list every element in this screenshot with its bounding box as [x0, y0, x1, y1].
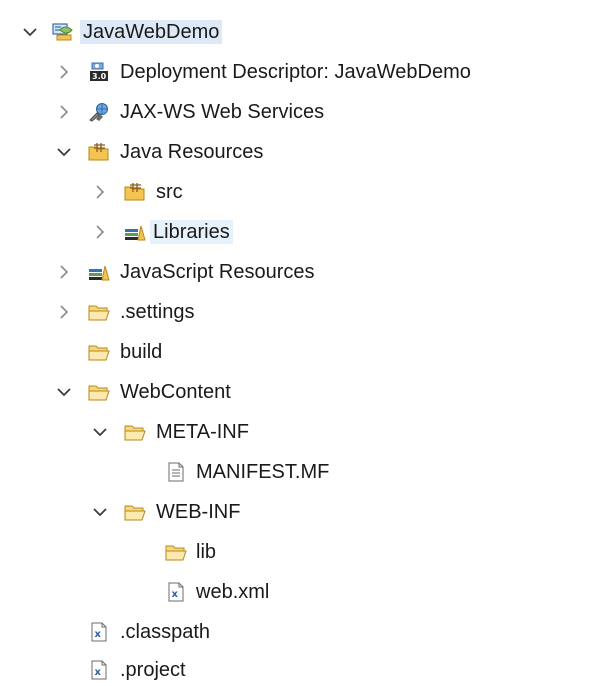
tree-item-webcontent[interactable]: WebContent — [0, 377, 290, 407]
folder-icon — [124, 502, 146, 522]
deployment-descriptor-icon: 3.0 — [88, 62, 110, 82]
folder-icon — [88, 382, 110, 402]
java-resources-icon — [88, 142, 110, 162]
tree-item-label: Deployment Descriptor: JavaWebDemo — [120, 61, 471, 83]
folder-icon — [165, 542, 187, 562]
tree-item-label: web.xml — [196, 581, 270, 603]
tree-item-label: JAX-WS Web Services — [120, 101, 325, 123]
tree-item-jax-ws-web-services[interactable]: JAX-WS Web Services — [0, 97, 400, 127]
tree-item-label: JavaScript Resources — [120, 261, 315, 283]
tree-item-label: lib — [196, 541, 217, 563]
chevron-down-icon[interactable] — [92, 424, 108, 440]
tree-item-label: MANIFEST.MF — [196, 461, 330, 483]
tree-item-build[interactable]: build — [0, 337, 200, 367]
tree-item-label: .classpath — [120, 621, 211, 643]
xml-file-icon: x — [165, 582, 187, 602]
source-folder-icon — [124, 182, 146, 202]
xml-file-icon: x — [88, 660, 110, 680]
web-services-icon — [88, 102, 110, 122]
tree-item-label: src — [156, 181, 183, 203]
libraries-icon — [124, 222, 146, 242]
chevron-down-icon[interactable] — [56, 384, 72, 400]
chevron-down-icon[interactable] — [92, 504, 108, 520]
tree-item-label: JavaWebDemo — [80, 20, 223, 44]
project-explorer: JavaWebDemo 3.0 Deployment Descriptor: J… — [0, 0, 608, 686]
chevron-right-icon[interactable] — [92, 184, 108, 200]
web-project-icon — [52, 22, 74, 42]
tree-item-label: .project — [120, 659, 186, 681]
tree-item-label: Java Resources — [120, 141, 264, 163]
tree-item-java-resources[interactable]: Java Resources — [0, 137, 330, 167]
svg-text:x: x — [95, 629, 102, 640]
chevron-down-icon[interactable] — [56, 144, 72, 160]
folder-icon — [124, 422, 146, 442]
tree-item-label: .settings — [120, 301, 195, 323]
text-file-icon — [165, 462, 187, 482]
tree-item-meta-inf[interactable]: META-INF — [0, 417, 300, 447]
tree-item-project[interactable]: x .project — [0, 655, 240, 685]
tree-item-lib[interactable]: lib — [0, 537, 250, 567]
tree-item-label: Libraries — [150, 220, 233, 244]
svg-text:3.0: 3.0 — [92, 72, 107, 81]
tree-item-javascript-resources[interactable]: JavaScript Resources — [0, 257, 390, 287]
tree-item-deployment-descriptor[interactable]: 3.0 Deployment Descriptor: JavaWebDemo — [0, 57, 590, 87]
tree-item-classpath[interactable]: x .classpath — [0, 617, 260, 647]
chevron-right-icon[interactable] — [56, 64, 72, 80]
svg-text:x: x — [95, 667, 102, 678]
tree-item-label: WebContent — [120, 381, 231, 403]
tree-item-settings[interactable]: .settings — [0, 297, 240, 327]
chevron-right-icon[interactable] — [92, 224, 108, 240]
chevron-down-icon[interactable] — [22, 24, 38, 40]
chevron-right-icon[interactable] — [56, 264, 72, 280]
tree-item-web-inf[interactable]: WEB-INF — [0, 497, 300, 527]
tree-item-manifest-mf[interactable]: MANIFEST.MF — [0, 457, 370, 487]
tree-item-src[interactable]: src — [0, 177, 220, 207]
svg-text:x: x — [172, 589, 179, 600]
tree-item-label: build — [120, 341, 163, 363]
chevron-right-icon[interactable] — [56, 304, 72, 320]
chevron-right-icon[interactable] — [56, 104, 72, 120]
folder-icon — [88, 302, 110, 322]
tree-item-libraries[interactable]: Libraries — [0, 217, 280, 247]
tree-item-javawebdemo[interactable]: JavaWebDemo — [0, 17, 290, 47]
folder-icon — [88, 342, 110, 362]
xml-file-icon: x — [88, 622, 110, 642]
tree-item-label: WEB-INF — [156, 501, 241, 523]
libraries-icon — [88, 262, 110, 282]
tree-item-label: META-INF — [156, 421, 249, 443]
tree-item-web-xml[interactable]: x web.xml — [0, 577, 300, 607]
